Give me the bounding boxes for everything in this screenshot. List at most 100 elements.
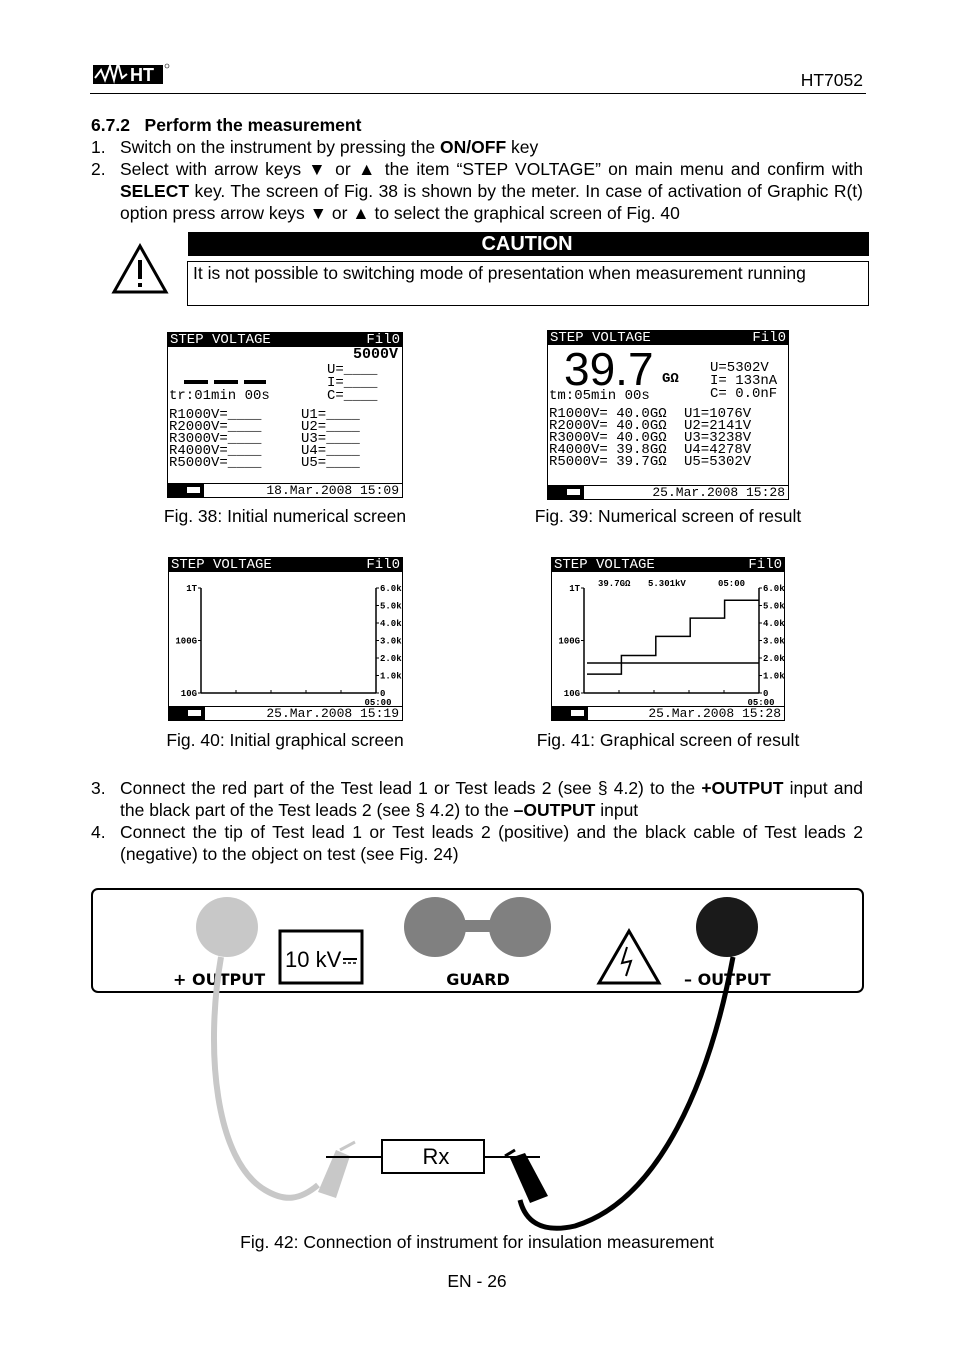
filter-label: Fil0 [752,330,786,346]
svg-text:HT: HT [130,65,154,85]
battery-icon [168,484,204,497]
capacitance-readout: C=____ [327,388,378,404]
time-label: 05:00 [364,698,391,706]
ht-logo: HT [93,60,170,85]
minus-test-lead [517,956,736,1231]
date-time: 25.Mar.2008 15:28 [652,485,785,500]
date-time: 25.Mar.2008 15:28 [648,706,781,721]
step-number: 1. [91,137,106,157]
time-readout: 05:00 [718,579,745,589]
capacitance-readout: C= 0.0nF [710,386,778,402]
step-number: 3. [91,778,106,798]
left-tick-label: 1T [569,584,580,594]
timer: tm:05min 00s [549,388,650,404]
minus-output-terminal [696,897,758,957]
page-number: EN - 26 [447,1271,507,1291]
terminal-name: +OUTPUT [701,778,784,798]
date-time: 18.Mar.2008 15:09 [266,483,399,498]
section-number: 6.7.2 [91,115,130,135]
battery-icon [548,486,584,499]
lcd-fig39: STEP VOLTAGE Fil0 39.7 GΩ U=5302V I= 133n… [547,330,789,500]
step-4: Connect the tip of Test lead 1 or Test l… [120,822,863,864]
test-voltage: 5000V [352,346,398,363]
left-tick-label: 10G [181,689,197,699]
right-tick-label: 1.0k [763,672,784,682]
header-rule [90,93,866,94]
step-text: key. The screen of Fig. 38 is shown by t… [120,181,863,223]
battery-icon [552,707,588,720]
warning-triangle-icon [111,242,169,300]
lcd-fig40: STEP VOLTAGE Fil0 1T 100G 10G 6.0k 5.0k 4.0k 3.… [168,557,403,721]
voltage-list: U1=1076V U2=2141V U3=3238V U4=4278V U5=5302V [684,406,752,470]
right-tick-label: 1.0k [380,672,402,682]
lcd-status-bar: 25.Mar.2008 15:28 [548,485,788,499]
lcd-status-bar: 25.Mar.2008 15:19 [169,706,402,720]
figure-caption: Fig. 42: Connection of instrument for in… [240,1232,714,1252]
graph-plot: 1T100G10G6.0k5.0k4.0k3.0k2.0k1.0k005:00 [175,584,402,706]
figure-caption: Fig. 41: Graphical screen of result [536,730,800,750]
step-3: Connect the red part of the Test lead 1 … [120,777,863,821]
guard-terminal-right [489,897,551,957]
connection-diagram: 10 kV GUARD + OUTPUT – OUTPUT Rx [91,888,864,1231]
left-tick-label: 10G [564,689,580,699]
time-label: 05:00 [747,698,774,706]
resistance-unit: GΩ [662,371,679,387]
empty-value-dashes [184,380,266,384]
lcd-status-bar: 25.Mar.2008 15:28 [552,706,784,720]
lcd-title-bar: STEP VOLTAGE Fil0 [168,333,402,347]
timer: tr:01min 00s [169,388,270,404]
lcd-status-bar: 18.Mar.2008 15:09 [168,483,402,497]
lcd-fig38: STEP VOLTAGE Fil0 5000V U=____ I=____ C=_… [167,332,403,498]
step-text: input [595,800,639,820]
step-2: Select with arrow keys ▼ or ▲ the item “… [120,158,863,224]
manual-page: HT HT7052 6.7.2 Perform the measurement … [0,0,954,1350]
resistance-list: R1000V=____ R2000V=____ R3000V=____ R4000V=… [169,407,262,471]
right-tick-label: 6.0k [380,584,402,594]
right-tick-label: 3.0k [380,637,402,647]
resistance-value: 39.7 [564,343,654,395]
resistor-label: Rx [423,1144,450,1169]
terminal-name: –OUTPUT [513,800,596,820]
filter-label: Fil0 [366,332,400,348]
right-tick-label: 2.0k [763,654,784,664]
step-number: 2. [91,159,106,179]
left-tick-label: 100G [175,637,197,647]
resistance-readout: 39.7GΩ [598,579,631,589]
key-name: ON/OFF [440,137,507,157]
guard-label: GUARD [446,970,510,989]
voltage-list: U1=____ U2=____ U3=____ U4=____ U5=____ [301,407,360,471]
figure-caption: Fig. 40: Initial graphical screen [166,730,404,750]
model-name: HT7052 [800,70,863,90]
right-tick-label: 5.0k [763,602,784,612]
step-text: Switch on the instrument by pressing the [120,137,441,157]
step-text: Connect the red part of the Test lead 1 … [120,778,702,798]
lcd-fig41: STEP VOLTAGE Fil0 1T 100G 10G 6.0k 5.0k 4.0k 3.… [551,557,785,721]
key-name: SELECT [120,181,190,201]
step-1: Switch on the instrument by pressing the… [120,136,863,158]
step-text: key [506,137,539,157]
right-tick-label: 3.0k [763,637,784,647]
section-title: Perform the measurement [144,115,362,135]
left-tick-label: 1T [186,584,197,594]
battery-icon [169,707,205,720]
section-heading: 6.7.2 Perform the measurement [91,114,361,136]
graph-plot: 1T100G10G6.0k5.0k4.0k3.0k2.0k1.0k005:003… [558,579,784,706]
rating-label: 10 kV [285,947,342,972]
right-tick-label: 2.0k [380,654,402,664]
lcd-title: STEP VOLTAGE [170,332,271,348]
step-text: Select with arrow keys ▼ or ▲ the item “… [120,159,863,179]
plus-test-lead [210,956,320,1201]
right-tick-label: 5.0k [380,602,402,612]
voltage-readout: 5.301kV [648,579,686,589]
right-tick-label: 4.0k [763,619,784,629]
left-tick-label: 100G [558,637,580,647]
right-tick-label: 6.0k [763,584,784,594]
plus-test-lead-clip [318,1140,356,1198]
caution-text: It is not possible to switching mode of … [187,261,869,306]
figure-caption: Fig. 39: Numerical screen of result [534,506,802,526]
date-time: 25.Mar.2008 15:19 [266,706,399,721]
step-number: 4. [91,822,106,842]
resistance-list: R1000V= 40.0GΩ R2000V= 40.0GΩ R3000V= 40.0… [549,406,667,470]
guard-terminal-left [404,897,466,957]
right-tick-label: 4.0k [380,619,402,629]
